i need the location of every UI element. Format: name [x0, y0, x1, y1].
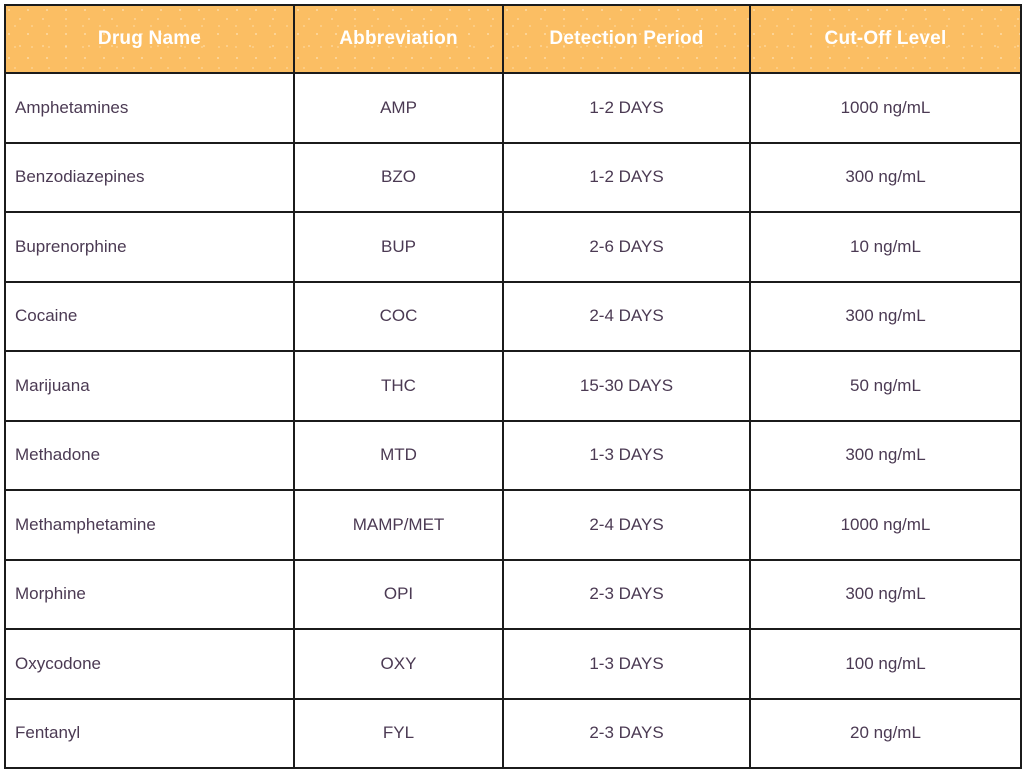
cell-drug_name: Morphine	[4, 558, 295, 630]
cell-drug_name: Amphetamines	[4, 72, 295, 144]
cell-abbreviation: THC	[293, 350, 504, 422]
table-row: Buprenorphine BUP 2-6 DAYS 10 ng/mL	[4, 211, 1022, 283]
table-header-row: Drug Name Abbreviation Detection Period …	[4, 4, 1022, 74]
cell-detection_period: 2-4 DAYS	[502, 489, 751, 561]
cell-abbreviation: BZO	[293, 141, 504, 213]
drug-detection-table: Drug Name Abbreviation Detection Period …	[4, 4, 1022, 769]
cell-drug_name: Buprenorphine	[4, 211, 295, 283]
cell-abbreviation: COC	[293, 280, 504, 352]
cell-cut_off_level: 300 ng/mL	[749, 141, 1022, 213]
table-row: Fentanyl FYL 2-3 DAYS 20 ng/mL	[4, 697, 1022, 769]
table-row: Benzodiazepines BZO 1-2 DAYS 300 ng/mL	[4, 141, 1022, 213]
cell-detection_period: 1-3 DAYS	[502, 628, 751, 700]
cell-abbreviation: FYL	[293, 697, 504, 769]
table-header: Drug Name Abbreviation Detection Period …	[4, 4, 1022, 74]
cell-abbreviation: OXY	[293, 628, 504, 700]
cell-cut_off_level: 300 ng/mL	[749, 558, 1022, 630]
table-row: Methamphetamine MAMP/MET 2-4 DAYS 1000 ng/m…	[4, 489, 1022, 561]
table-row: Cocaine COC 2-4 DAYS 300 ng/mL	[4, 280, 1022, 352]
cell-drug_name: Methamphetamine	[4, 489, 295, 561]
cell-cut_off_level: 300 ng/mL	[749, 419, 1022, 491]
cell-detection_period: 1-3 DAYS	[502, 419, 751, 491]
cell-abbreviation: MTD	[293, 419, 504, 491]
column-header-drug-name: Drug Name	[4, 4, 295, 74]
cell-drug_name: Methadone	[4, 419, 295, 491]
cell-drug_name: Oxycodone	[4, 628, 295, 700]
column-header-abbreviation: Abbreviation	[293, 4, 504, 74]
cell-detection_period: 2-4 DAYS	[502, 280, 751, 352]
cell-detection_period: 1-2 DAYS	[502, 141, 751, 213]
cell-detection_period: 2-3 DAYS	[502, 697, 751, 769]
cell-drug_name: Fentanyl	[4, 697, 295, 769]
drug-detection-table-container: Drug Name Abbreviation Detection Period …	[4, 4, 1022, 769]
table-row: Methadone MTD 1-3 DAYS 300 ng/mL	[4, 419, 1022, 491]
cell-drug_name: Benzodiazepines	[4, 141, 295, 213]
table-body: Amphetamines AMP 1-2 DAYS 1000 ng/mL Benzodi…	[4, 72, 1022, 769]
cell-cut_off_level: 20 ng/mL	[749, 697, 1022, 769]
cell-abbreviation: MAMP/MET	[293, 489, 504, 561]
cell-detection_period: 2-3 DAYS	[502, 558, 751, 630]
cell-abbreviation: AMP	[293, 72, 504, 144]
table-row: Amphetamines AMP 1-2 DAYS 1000 ng/mL	[4, 72, 1022, 144]
cell-abbreviation: BUP	[293, 211, 504, 283]
cell-detection_period: 15-30 DAYS	[502, 350, 751, 422]
cell-cut_off_level: 1000 ng/mL	[749, 72, 1022, 144]
cell-drug_name: Cocaine	[4, 280, 295, 352]
cell-cut_off_level: 50 ng/mL	[749, 350, 1022, 422]
cell-cut_off_level: 100 ng/mL	[749, 628, 1022, 700]
table-row: Marijuana THC 15-30 DAYS 50 ng/mL	[4, 350, 1022, 422]
cell-cut_off_level: 1000 ng/mL	[749, 489, 1022, 561]
cell-drug_name: Marijuana	[4, 350, 295, 422]
cell-detection_period: 1-2 DAYS	[502, 72, 751, 144]
cell-abbreviation: OPI	[293, 558, 504, 630]
table-row: Oxycodone OXY 1-3 DAYS 100 ng/mL	[4, 628, 1022, 700]
cell-detection_period: 2-6 DAYS	[502, 211, 751, 283]
cell-cut_off_level: 300 ng/mL	[749, 280, 1022, 352]
table-row: Morphine OPI 2-3 DAYS 300 ng/mL	[4, 558, 1022, 630]
column-header-cut-off-level: Cut-Off Level	[749, 4, 1022, 74]
cell-cut_off_level: 10 ng/mL	[749, 211, 1022, 283]
column-header-detection-period: Detection Period	[502, 4, 751, 74]
